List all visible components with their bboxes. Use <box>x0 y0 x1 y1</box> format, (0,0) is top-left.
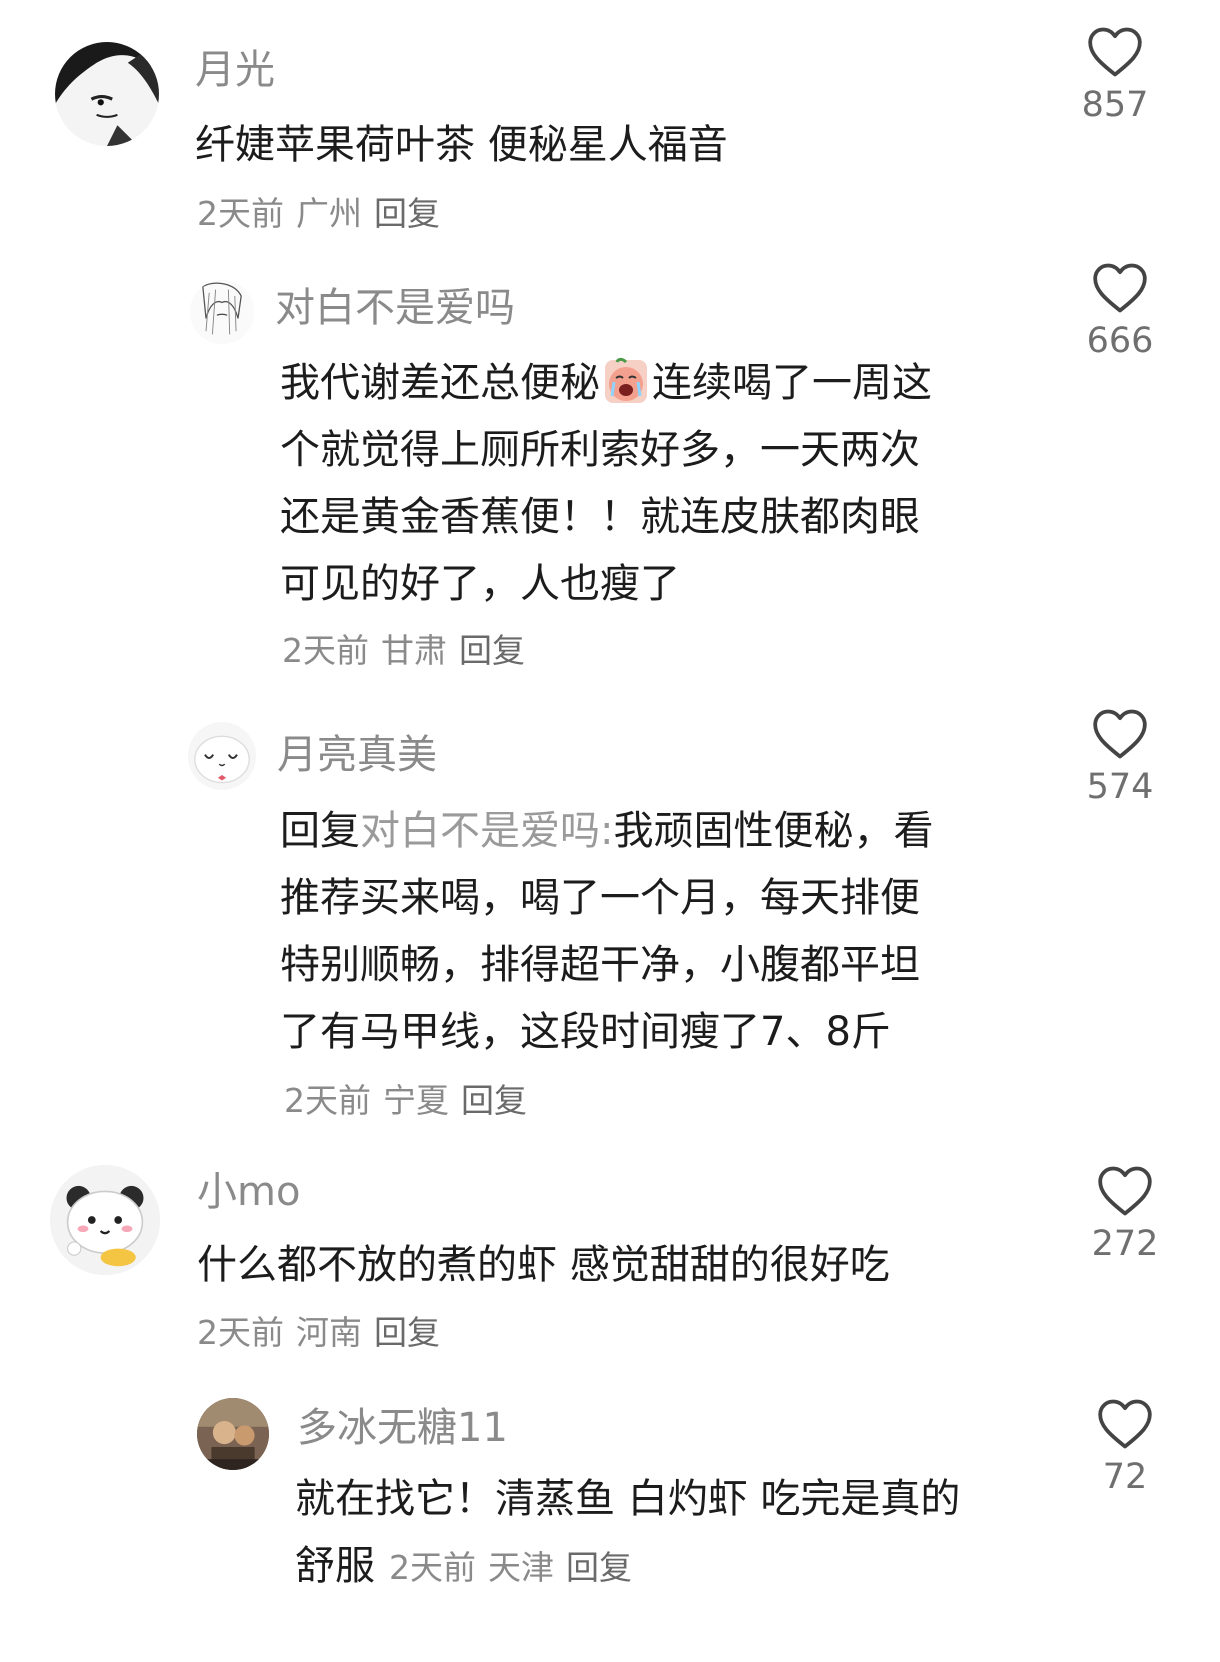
username[interactable]: 多冰无糖11 <box>297 1408 508 1448</box>
comment-text-line: 就在找它！清蒸鱼 白灼虾 吃完是真的 <box>295 1476 961 1522</box>
comment-meta: 2天前 天津 回复 <box>389 1548 644 1587</box>
comment-text-line: 舒服 2天前 天津 回复 <box>295 1533 960 1600</box>
heart-outline-icon[interactable] <box>1096 1398 1154 1450</box>
comment-5: 多冰无糖11 就在找它！清蒸鱼 白灼虾 吃完是真的 舒服 2天前 天津 回复 72 <box>0 0 1220 1662</box>
photo-avatar-icon <box>197 1398 269 1470</box>
location: 天津 <box>488 1548 554 1587</box>
reply-button[interactable]: 回复 <box>566 1548 632 1587</box>
comment-text: 就在找它！清蒸鱼 白灼虾 吃完是真的 舒服 2天前 天津 回复 <box>295 1466 960 1600</box>
avatar[interactable] <box>197 1398 269 1470</box>
like-control: 72 <box>1070 1398 1180 1495</box>
timestamp: 2天前 <box>389 1548 476 1587</box>
comment-text-segment: 舒服 <box>295 1543 375 1589</box>
like-count: 72 <box>1102 1457 1148 1497</box>
